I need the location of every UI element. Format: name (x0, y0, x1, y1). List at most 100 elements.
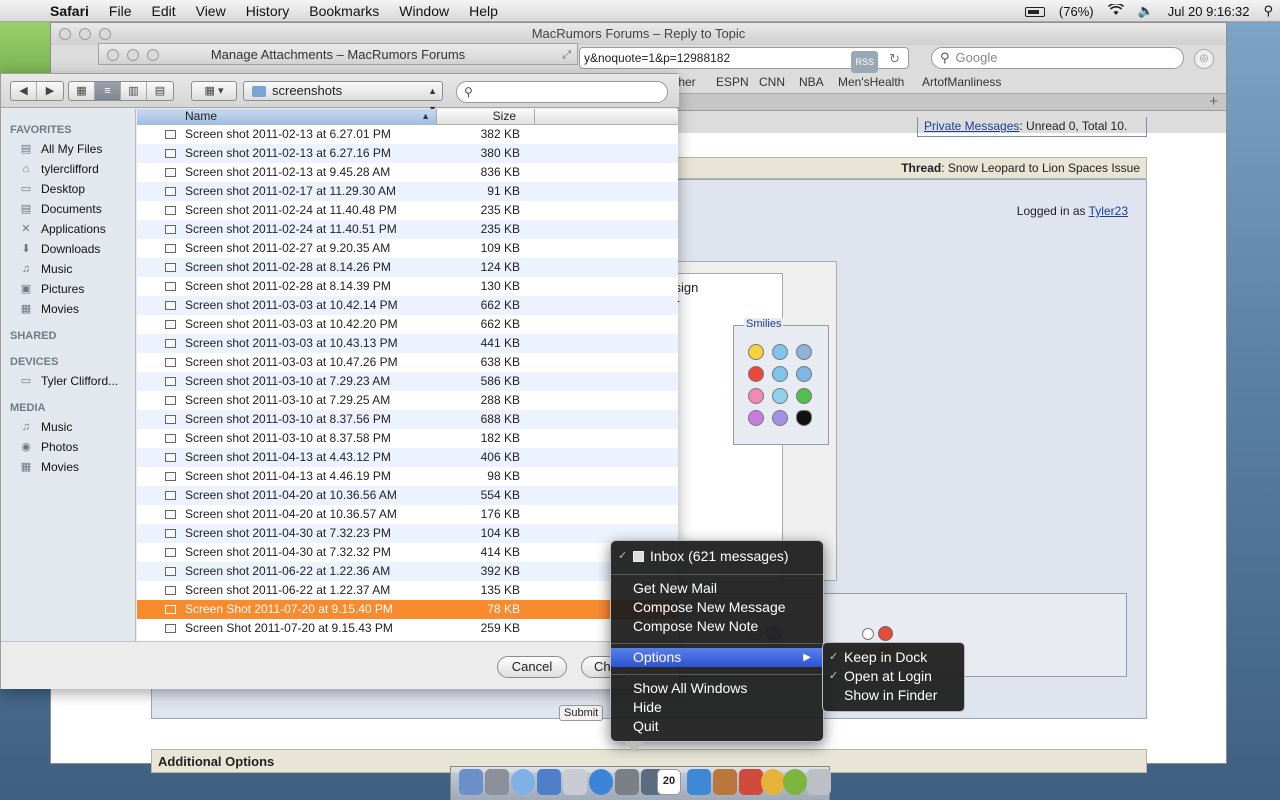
sidebar-item-all-my-files[interactable]: ▤ All My Files (1, 139, 135, 159)
close-icon[interactable] (107, 49, 119, 61)
submenu-item-keep-in-dock[interactable]: ✓ Keep in Dock (823, 648, 964, 667)
file-row[interactable]: Screen shot 2011-03-10 at 7.29.23 AM 586 … (137, 372, 678, 391)
sidebar-item-desktop[interactable]: ▭ Desktop (1, 179, 135, 199)
private-messages-link[interactable]: Private Messages (924, 119, 1019, 133)
finder-icon[interactable] (459, 769, 483, 795)
eek-icon[interactable] (796, 344, 812, 360)
file-row[interactable]: Screen shot 2011-04-30 at 7.32.32 PM 414 … (137, 543, 678, 562)
tongue-icon[interactable] (748, 388, 764, 404)
minimize-icon[interactable] (79, 28, 91, 40)
zoom-icon[interactable] (99, 28, 111, 40)
trash-icon[interactable] (807, 769, 831, 795)
spotify-icon[interactable] (783, 769, 807, 795)
menu-view[interactable]: View (186, 3, 236, 19)
volume-icon[interactable]: 🔈 (1131, 3, 1161, 19)
menu-item-compose-message[interactable]: Compose New Message (611, 598, 823, 617)
smile-icon[interactable] (748, 344, 764, 360)
bookmark-nba[interactable]: NBA (799, 75, 824, 89)
google-search-field[interactable]: ⚲ Google (931, 47, 1184, 69)
arrange-icon[interactable]: ▦ ▾ (192, 82, 236, 100)
sidebar-item-documents[interactable]: ▤ Documents (1, 199, 135, 219)
menu-item-options[interactable]: Options ▶ (611, 648, 823, 667)
menu-edit[interactable]: Edit (141, 3, 185, 19)
sidebar-item-music[interactable]: ♫ Music (1, 259, 135, 279)
bookmark-cnn[interactable]: CNN (759, 75, 785, 89)
submenu-item-show-in-finder[interactable]: Show in Finder (823, 686, 964, 705)
sidebar-item-movies[interactable]: ▦ Movies (1, 299, 135, 319)
file-row[interactable]: Screen shot 2011-03-10 at 7.29.25 AM 288 … (137, 391, 678, 410)
cancel-button[interactable]: Cancel (497, 656, 567, 678)
menu-item-hide[interactable]: Hide (611, 698, 823, 717)
wink-icon[interactable] (772, 388, 788, 404)
new-tab-icon[interactable]: + (1209, 93, 1218, 110)
reload-icon[interactable]: ↻ (889, 49, 900, 69)
calendar-icon[interactable]: 20 (657, 769, 681, 795)
fullscreen-icon[interactable]: ⤢ (562, 44, 571, 66)
sidebar-item-applications[interactable]: ✕ Applications (1, 219, 135, 239)
file-row[interactable]: Screen shot 2011-04-13 at 4.43.12 PM 406 … (137, 448, 678, 467)
mad-icon[interactable] (748, 366, 764, 382)
menu-item-show-all-windows[interactable]: Show All Windows (611, 679, 823, 698)
app-store-icon[interactable] (589, 769, 613, 795)
file-row[interactable]: Screen shot 2011-04-30 at 7.32.23 PM 104 … (137, 524, 678, 543)
size-column-header[interactable]: Size (437, 109, 535, 125)
minimize-icon[interactable] (127, 49, 139, 61)
file-row[interactable]: Screen shot 2011-03-10 at 8.37.58 PM 182 … (137, 429, 678, 448)
battery-icon[interactable] (1018, 4, 1052, 19)
sidebar-item-home[interactable]: ⌂ tylerclifford (1, 159, 135, 179)
zoom-icon[interactable] (147, 49, 159, 61)
devil-icon[interactable] (748, 410, 764, 426)
file-row[interactable]: Screen shot 2011-02-13 at 6.27.01 PM 382 … (137, 125, 678, 144)
file-row[interactable]: Screen shot 2011-03-03 at 10.43.13 PM 441… (137, 334, 678, 353)
icon-view-icon[interactable]: ▦ (69, 82, 95, 100)
mail-icon[interactable] (563, 769, 587, 795)
spotlight-icon[interactable]: ⚲ (1256, 3, 1280, 19)
menu-item-get-new-mail[interactable]: Get New Mail (611, 579, 823, 598)
address-field[interactable]: y&noquote=1&p=12988182 RSS ↻ (579, 47, 909, 73)
menu-help[interactable]: Help (459, 3, 508, 19)
forward-icon[interactable]: ▶ (37, 82, 63, 100)
sidebar-item-media-movies[interactable]: ▦ Movies (1, 457, 135, 477)
file-row[interactable]: Screen shot 2011-02-28 at 8.14.39 PM 130 … (137, 277, 678, 296)
user-link[interactable]: Tyler23 (1089, 204, 1128, 218)
file-row[interactable]: Screen Shot 2011-07-20 at 9.15.43 PM 259 … (137, 619, 678, 638)
file-row[interactable]: Screen shot 2011-02-13 at 6.27.16 PM 380 … (137, 144, 678, 163)
file-row[interactable]: Screen shot 2011-02-28 at 8.14.26 PM 124 … (137, 258, 678, 277)
launchpad-icon[interactable] (485, 769, 509, 795)
sidebar-item-downloads[interactable]: ⬇ Downloads (1, 239, 135, 259)
chrome-icon[interactable] (761, 769, 785, 795)
menu-bookmarks[interactable]: Bookmarks (299, 3, 389, 19)
menu-file[interactable]: File (99, 3, 142, 19)
clock[interactable]: Jul 20 9:16:32 (1161, 4, 1257, 19)
rolleyes-icon[interactable] (772, 366, 788, 382)
bookmark-menshealth[interactable]: Men'sHealth (838, 75, 904, 89)
menu-app-name[interactable]: Safari (46, 3, 99, 19)
confused-icon[interactable] (772, 344, 788, 360)
column-view-icon[interactable]: ▥ (121, 82, 147, 100)
system-preferences-icon[interactable] (615, 769, 639, 795)
menu-item-quit[interactable]: Quit (611, 717, 823, 736)
file-row[interactable]: Screen shot 2011-02-17 at 11.29.30 AM 91 … (137, 182, 678, 201)
file-row[interactable]: Screen shot 2011-03-03 at 10.47.26 PM 638… (137, 353, 678, 372)
menu-item-inbox[interactable]: ✓ Inbox (621 messages) (611, 547, 823, 566)
sidebar-item-pictures[interactable]: ▣ Pictures (1, 279, 135, 299)
menu-item-compose-note[interactable]: Compose New Note (611, 617, 823, 636)
back-icon[interactable]: ◀ (11, 82, 37, 100)
file-row[interactable]: Screen shot 2011-03-03 at 10.42.14 PM 662… (137, 296, 678, 315)
submit-button[interactable]: Submit (559, 705, 604, 721)
itunes-icon[interactable] (537, 769, 561, 795)
safari-icon[interactable] (511, 769, 535, 795)
file-row[interactable]: Screen shot 2011-03-10 at 8.37.56 PM 688 … (137, 410, 678, 429)
dialog-search-field[interactable]: ⚲ (456, 81, 668, 103)
sidebar-item-media-music[interactable]: ♫ Music (1, 417, 135, 437)
photo-booth-icon[interactable] (687, 769, 711, 795)
address-book-icon[interactable] (713, 769, 737, 795)
rss-button[interactable]: RSS (851, 51, 878, 73)
file-row[interactable]: Screen Shot 2011-07-20 at 9.15.40 PM 78 K… (137, 600, 678, 619)
menu-history[interactable]: History (236, 3, 300, 19)
file-row[interactable]: Screen shot 2011-04-20 at 10.36.56 AM 554… (137, 486, 678, 505)
photos-app-icon[interactable] (739, 769, 763, 795)
file-row[interactable]: Screen shot 2011-03-03 at 10.42.20 PM 662… (137, 315, 678, 334)
wifi-icon[interactable] (1101, 2, 1131, 19)
list-view-icon[interactable]: ≡ (95, 82, 121, 100)
